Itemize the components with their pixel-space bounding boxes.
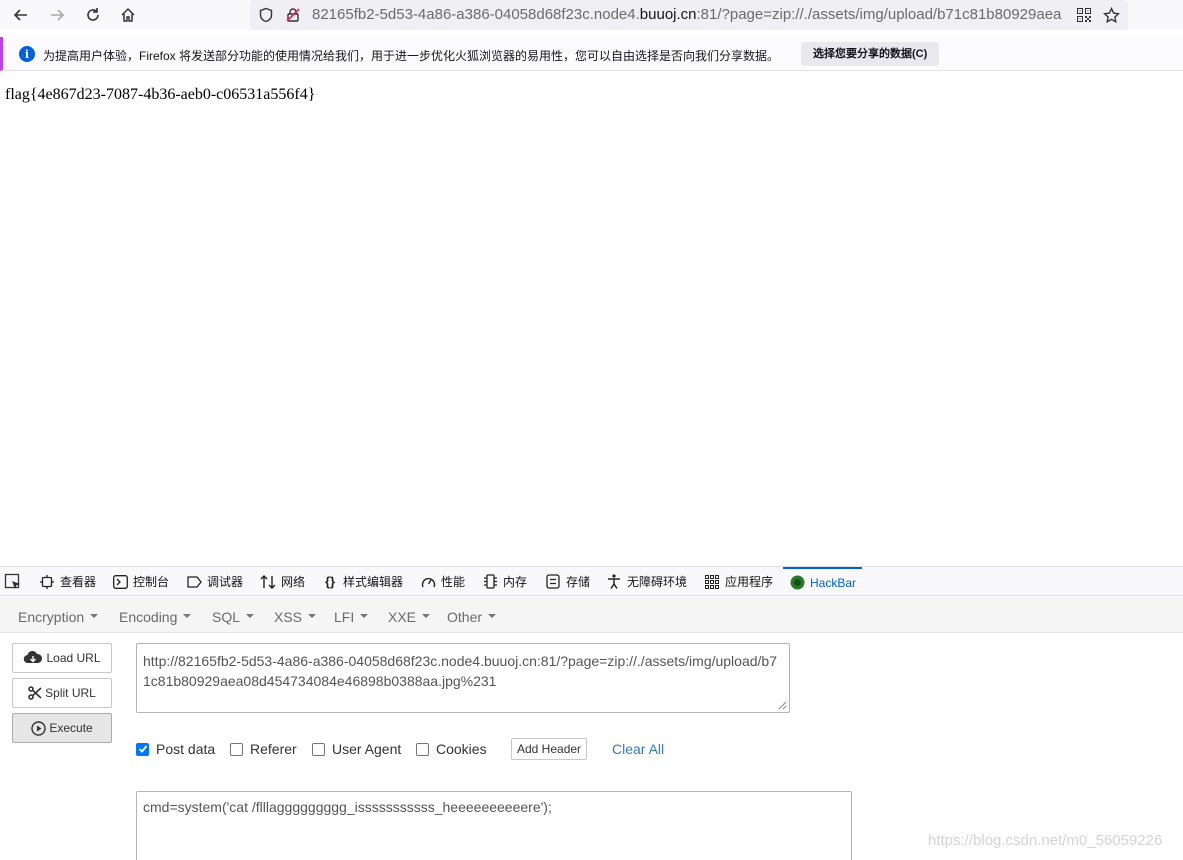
tab-hackbar[interactable]: HackBar <box>783 567 863 596</box>
post-data-checkbox[interactable]: Post data <box>136 741 215 757</box>
checkbox-box[interactable] <box>312 742 325 756</box>
menu-other[interactable]: Other <box>447 609 497 625</box>
notification-message: 为提高用户体验，Firefox 将发送部分功能的使用情况给我们，用于进一步优化火… <box>43 49 780 63</box>
url-text[interactable]: 82165fb2-5d53-4a86-a386-04058d68f23c.nod… <box>312 6 1068 23</box>
url-textarea[interactable]: http://82165fb2-5d53-4a86-a386-04058d68f… <box>136 643 790 713</box>
url-bar[interactable]: 82165fb2-5d53-4a86-a386-04058d68f23c.nod… <box>250 0 1128 30</box>
tab-storage[interactable]: 存储 <box>545 567 590 596</box>
load-url-button[interactable]: Load URL <box>12 643 112 673</box>
clear-all-link[interactable]: Clear All <box>612 741 664 757</box>
add-header-button[interactable]: Add Header <box>511 738 588 760</box>
storage-icon <box>545 574 561 590</box>
info-icon: i <box>19 46 35 62</box>
cookies-checkbox[interactable]: Cookies <box>416 741 487 757</box>
caret-down-icon <box>422 614 431 619</box>
network-icon <box>260 574 276 590</box>
menu-xss[interactable]: XSS <box>274 609 317 625</box>
menu-xxe[interactable]: XXE <box>388 609 431 625</box>
debugger-icon <box>186 574 202 590</box>
tab-debugger[interactable]: 调试器 <box>186 567 243 596</box>
telemetry-notification-bar: i 为提高用户体验，Firefox 将发送部分功能的使用情况给我们，用于进一步优… <box>0 37 1183 71</box>
resize-grip-icon[interactable] <box>775 698 787 710</box>
hackbar-logo-icon <box>789 575 805 591</box>
inspector-icon <box>39 574 55 590</box>
insecure-lock-icon[interactable] <box>283 5 303 25</box>
play-circle-icon <box>31 720 47 736</box>
split-url-button[interactable]: Split URL <box>12 678 112 708</box>
cloud-download-icon <box>24 650 43 664</box>
tab-network[interactable]: 网络 <box>260 567 305 596</box>
console-icon <box>112 574 128 590</box>
choose-data-button[interactable]: 选择您要分享的数据(C) <box>801 42 940 66</box>
tab-accessibility[interactable]: 无障碍环境 <box>606 567 687 596</box>
post-data-textarea[interactable]: cmd=system('cat /flllaggggggggg_isssssss… <box>136 791 852 860</box>
menu-encoding[interactable]: Encoding <box>119 609 192 625</box>
caret-down-icon <box>308 614 317 619</box>
scissors-icon <box>28 686 42 700</box>
reload-icon[interactable] <box>81 3 105 27</box>
memory-chip-icon <box>482 574 498 590</box>
checkbox-box[interactable] <box>416 742 429 756</box>
user-agent-checkbox[interactable]: User Agent <box>312 741 401 757</box>
checkmark-icon[interactable] <box>136 742 149 756</box>
app-grid-icon <box>704 574 720 590</box>
execute-button[interactable]: Execute <box>12 713 112 743</box>
shield-icon[interactable] <box>256 5 276 25</box>
caret-down-icon <box>360 614 369 619</box>
bookmark-star-icon[interactable] <box>1101 5 1121 25</box>
braces-icon: {} <box>324 574 336 589</box>
csdn-watermark: https://blog.csdn.net/m0_56059226 <box>928 832 1163 849</box>
back-arrow-icon[interactable] <box>9 3 33 27</box>
hackbar-menu-bar: Encryption Encoding SQL XSS LFI XXE Othe… <box>0 597 1183 633</box>
menu-encryption[interactable]: Encryption <box>18 609 99 625</box>
home-icon[interactable] <box>116 3 140 27</box>
forward-arrow-icon[interactable] <box>45 3 69 27</box>
caret-down-icon <box>246 614 255 619</box>
qr-code-icon[interactable] <box>1074 5 1094 25</box>
devtools-tab-bar: 查看器 控制台 调试器 网络 {} 样式编辑器 性能 内存 存储 无障碍环境 应用… <box>0 566 1183 596</box>
tab-memory[interactable]: 内存 <box>482 567 527 596</box>
caret-down-icon <box>488 614 497 619</box>
menu-lfi[interactable]: LFI <box>334 609 369 625</box>
tab-performance[interactable]: 性能 <box>420 567 465 596</box>
caret-down-icon <box>90 614 99 619</box>
referer-checkbox[interactable]: Referer <box>230 741 297 757</box>
browser-toolbar: 82165fb2-5d53-4a86-a386-04058d68f23c.nod… <box>0 0 1183 30</box>
tab-inspector[interactable]: 查看器 <box>39 567 96 596</box>
element-picker-icon[interactable] <box>4 573 22 591</box>
tab-console[interactable]: 控制台 <box>112 567 169 596</box>
menu-sql[interactable]: SQL <box>212 609 255 625</box>
checkbox-box[interactable] <box>230 742 243 756</box>
gauge-icon <box>420 574 436 590</box>
accessibility-icon <box>606 574 622 590</box>
tab-style-editor[interactable]: {} 样式编辑器 <box>322 567 403 596</box>
tab-application[interactable]: 应用程序 <box>704 567 773 596</box>
caret-down-icon <box>183 614 192 619</box>
page-flag-text: flag{4e867d23-7087-4b36-aeb0-c06531a556f… <box>5 86 316 103</box>
